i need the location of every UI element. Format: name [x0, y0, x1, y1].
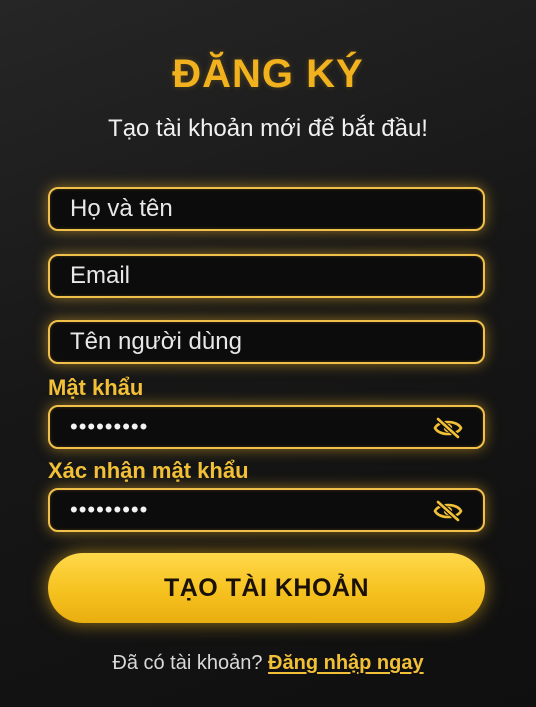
confirm-password-field[interactable] [48, 488, 485, 532]
confirm-password-label: Xác nhận mật khẩu [48, 458, 249, 483]
email-input[interactable] [50, 256, 483, 296]
password-field[interactable] [48, 405, 485, 449]
eye-off-icon[interactable] [433, 416, 463, 440]
confirm-password-input[interactable] [50, 490, 483, 530]
fullname-field[interactable] [48, 187, 485, 231]
create-account-button[interactable]: TẠO TÀI KHOẢN [48, 553, 485, 623]
password-label: Mật khẩu [48, 375, 144, 400]
eye-off-icon[interactable] [433, 499, 463, 523]
password-input[interactable] [50, 407, 483, 447]
username-input[interactable] [50, 322, 483, 362]
register-card: ĐĂNG KÝ Tạo tài khoản mới để bắt đầu! Mậ… [0, 0, 536, 707]
username-field[interactable] [48, 320, 485, 364]
page-subtitle: Tạo tài khoản mới để bắt đầu! [108, 115, 428, 142]
page-title: ĐĂNG KÝ [172, 52, 364, 96]
login-prompt: Đã có tài khoản? Đăng nhập ngay [0, 652, 536, 675]
login-prompt-text: Đã có tài khoản? [112, 652, 263, 674]
email-field[interactable] [48, 254, 485, 298]
fullname-input[interactable] [50, 189, 483, 229]
login-link[interactable]: Đăng nhập ngay [268, 652, 424, 674]
